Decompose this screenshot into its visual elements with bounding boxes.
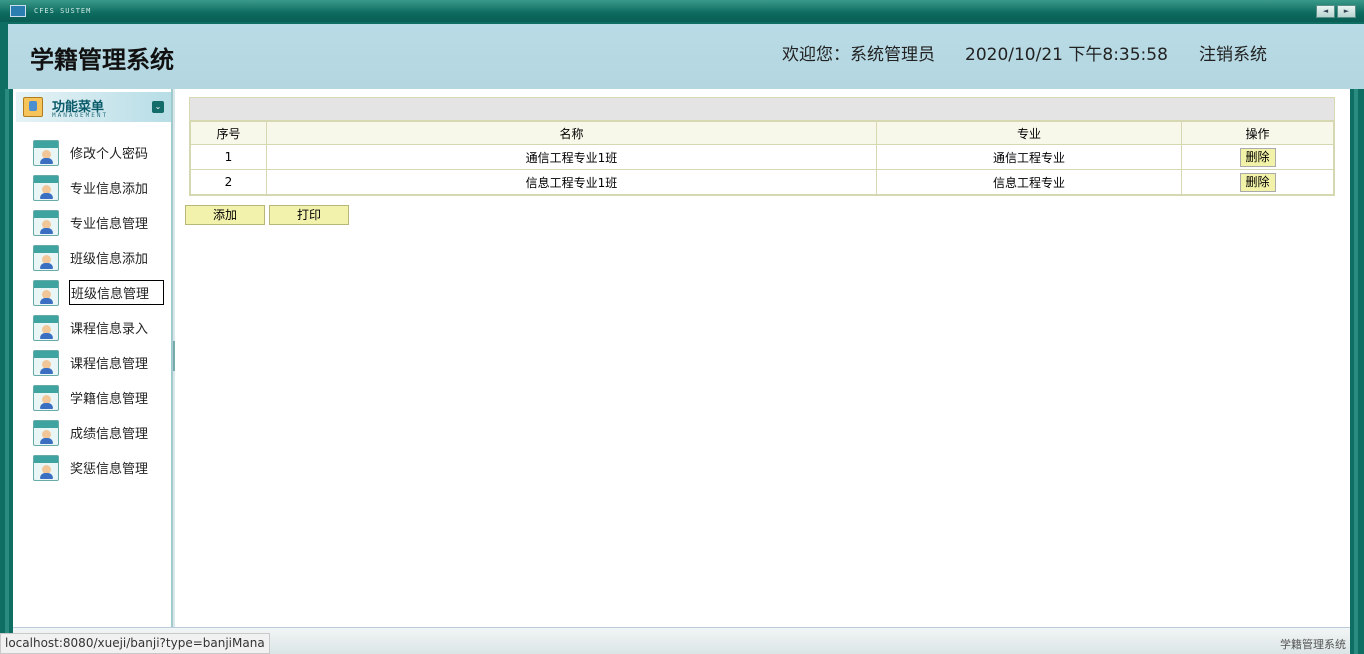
nav-prev-button[interactable]: ◄: [1316, 5, 1335, 18]
user-card-icon: [33, 454, 59, 481]
user-card-icon: [33, 349, 59, 376]
user-card-icon: [33, 139, 59, 166]
monitor-icon: [10, 5, 26, 17]
menu-subtitle: MANAGEMENT: [52, 112, 109, 119]
column-header-major: 专业: [876, 121, 1182, 145]
cell-major: 通信工程专业: [876, 144, 1182, 170]
sidebar-item[interactable]: 课程信息管理: [33, 345, 173, 380]
cell-action: 删除: [1181, 144, 1334, 170]
status-bar-url: localhost:8080/xueji/banji?type=banjiMan…: [0, 633, 270, 654]
user-card-icon: [33, 314, 59, 341]
double-chevron-down-icon[interactable]: ⌄: [152, 101, 164, 113]
sidebar-item-label: 课程信息管理: [70, 357, 149, 372]
sidebar-item-label: 奖惩信息管理: [70, 462, 149, 477]
column-header-no: 序号: [190, 121, 267, 145]
content-panel: 序号 名称 专业 操作 1 通信工程专业1班 通信工程专业 删除 2 信息工程专业1班 信息…: [176, 89, 1350, 627]
sidebar-item[interactable]: 班级信息添加: [33, 240, 173, 275]
user-card-icon: [33, 419, 59, 446]
class-table-container: 序号 名称 专业 操作 1 通信工程专业1班 通信工程专业 删除 2 信息工程专业1班 信息…: [189, 97, 1335, 196]
sidebar-item[interactable]: 课程信息录入: [33, 310, 173, 345]
menu-header: 功能菜单 MANAGEMENT ⌄: [16, 92, 171, 122]
class-table: 序号 名称 专业 操作 1 通信工程专业1班 通信工程专业 删除 2 信息工程专业1班 信息…: [190, 121, 1334, 195]
header: 学籍管理系统 欢迎您：系统管理员 2020/10/21 下午8:35:58 注销…: [8, 24, 1364, 89]
logout-link[interactable]: 注销系统: [1199, 40, 1267, 65]
sidebar: 功能菜单 MANAGEMENT ⌄ 修改个人密码 专业信息添加 专业信息管理 班级信息…: [13, 89, 172, 627]
sidebar-item[interactable]: 学籍信息管理: [33, 380, 173, 415]
sidebar-item-label: 专业信息添加: [70, 182, 149, 197]
user-card-icon: [33, 244, 59, 271]
menu-folder-icon: [23, 97, 43, 117]
column-header-name: 名称: [266, 121, 877, 145]
user-card-icon: [33, 209, 59, 236]
sidebar-item-label: 修改个人密码: [70, 147, 149, 162]
right-frame-edge: [1350, 89, 1364, 654]
system-label: CFES SUSTEM: [34, 7, 92, 15]
user-card-icon: [33, 384, 59, 411]
table-row: 2 信息工程专业1班 信息工程专业 删除: [190, 169, 1334, 195]
sidebar-item-label: 专业信息管理: [70, 217, 149, 232]
print-button[interactable]: 打印: [269, 205, 349, 225]
sidebar-item[interactable]: 修改个人密码: [33, 135, 173, 170]
delete-button[interactable]: 删除: [1239, 147, 1276, 167]
sidebar-item-label: 班级信息添加: [70, 252, 149, 267]
table-header-row: 序号 名称 专业 操作: [190, 121, 1334, 145]
action-buttons: 添加 打印: [185, 205, 349, 225]
sidebar-item-label: 课程信息录入: [70, 322, 149, 337]
cell-major: 信息工程专业: [876, 169, 1182, 195]
table-toolbar: [190, 98, 1334, 121]
cell-no: 2: [190, 169, 267, 195]
nav-next-button[interactable]: ►: [1337, 5, 1356, 18]
datetime-text: 2020/10/21 下午8:35:58: [965, 45, 1168, 65]
user-card-icon: [33, 174, 59, 201]
column-header-action: 操作: [1181, 121, 1334, 145]
cell-no: 1: [190, 144, 267, 170]
sidebar-item[interactable]: 专业信息添加: [33, 170, 173, 205]
app-title: 学籍管理系统: [30, 46, 174, 74]
cell-name: 通信工程专业1班: [266, 144, 877, 170]
sidebar-item-label: 成绩信息管理: [70, 427, 149, 442]
table-row: 1 通信工程专业1班 通信工程专业 删除: [190, 144, 1334, 170]
menu-list: 修改个人密码 专业信息添加 专业信息管理 班级信息添加班级信息管理课程信息录入 课程信息…: [33, 135, 173, 485]
cell-action: 删除: [1181, 169, 1334, 195]
delete-button[interactable]: 删除: [1239, 172, 1276, 192]
sidebar-item[interactable]: 专业信息管理: [33, 205, 173, 240]
sidebar-item-label: 学籍信息管理: [70, 392, 149, 407]
sidebar-splitter[interactable]: [172, 89, 175, 627]
nav-buttons: ◄ ►: [1316, 5, 1356, 18]
left-frame-edge: [0, 89, 13, 654]
sidebar-item[interactable]: 奖惩信息管理: [33, 450, 173, 485]
user-card-icon: [33, 279, 59, 306]
cell-name: 信息工程专业1班: [266, 169, 877, 195]
sidebar-item-label: 班级信息管理: [69, 280, 165, 305]
add-button[interactable]: 添加: [185, 205, 265, 225]
sidebar-item[interactable]: 班级信息管理: [33, 275, 173, 310]
table-body: 1 通信工程专业1班 通信工程专业 删除 2 信息工程专业1班 信息工程专业 删除: [190, 144, 1334, 195]
footer-title: 学籍管理系统: [1280, 638, 1346, 651]
window-title-bar: CFES SUSTEM ◄ ►: [0, 0, 1364, 22]
sidebar-item[interactable]: 成绩信息管理: [33, 415, 173, 450]
welcome-text: 欢迎您：系统管理员: [782, 45, 935, 65]
splitter-grip[interactable]: [173, 341, 175, 371]
